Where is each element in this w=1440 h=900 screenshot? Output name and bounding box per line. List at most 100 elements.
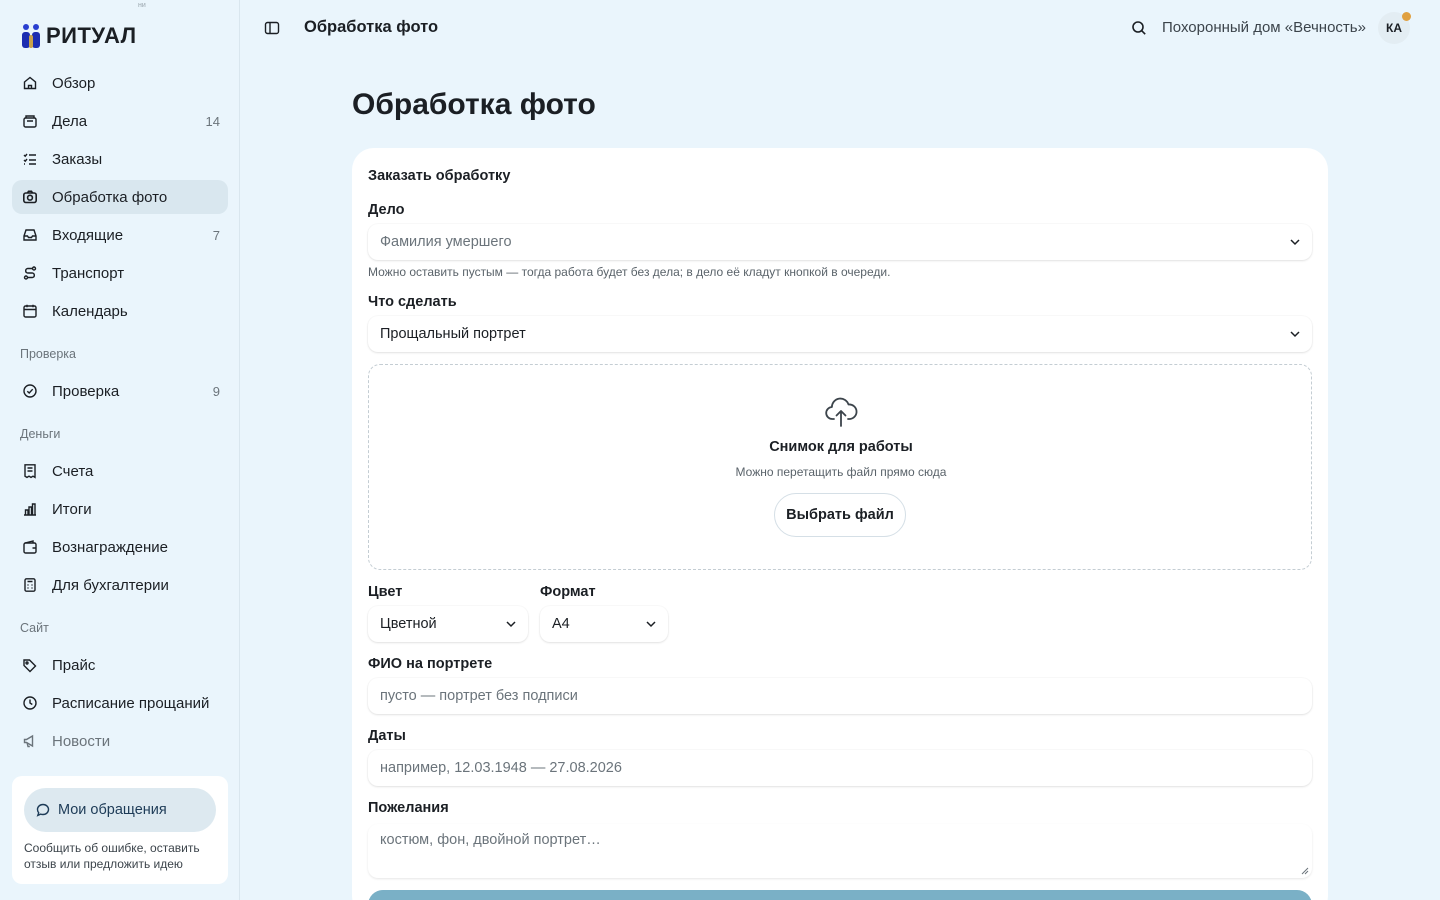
chat-bubble-icon xyxy=(36,803,50,817)
sidebar-item-label: Для бухгалтерии xyxy=(52,576,169,594)
my-requests-button[interactable]: Мои обращения xyxy=(24,788,216,832)
color-select[interactable]: Цветной xyxy=(368,606,528,642)
sidebar-item-transport[interactable]: Транспорт xyxy=(12,256,228,290)
inbox-icon xyxy=(22,227,38,243)
format-select[interactable]: А4 xyxy=(540,606,668,642)
home-icon xyxy=(22,75,38,91)
sidebar-item-invoices[interactable]: Счета xyxy=(12,454,228,488)
wishes-textarea[interactable]: костюм, фон, двойной портрет… xyxy=(368,824,1312,878)
upload-hint: Можно перетащить файл прямо сюда xyxy=(735,465,947,479)
sidebar-item-overview[interactable]: Обзор xyxy=(12,66,228,100)
calendar-icon xyxy=(22,303,38,319)
nav-section-title: Проверка xyxy=(20,347,76,361)
action-select[interactable]: Прощальный портрет xyxy=(368,316,1312,352)
cloud-upload-icon xyxy=(825,397,858,427)
sidebar-item-calendar[interactable]: Календарь xyxy=(12,294,228,328)
clock-icon xyxy=(22,695,38,711)
nav-section-title: Деньги xyxy=(20,427,61,441)
sidebar-item-pricelist[interactable]: Прайс xyxy=(12,648,228,682)
logo-text: РИТУАЛ xyxy=(46,23,137,48)
count-badge: 7 xyxy=(212,227,220,243)
sidebar-item-review[interactable]: Проверка 9 xyxy=(12,374,228,408)
sidebar-item-inbox[interactable]: Входящие 7 xyxy=(12,218,228,252)
search-icon[interactable] xyxy=(1131,20,1147,36)
sidebar-item-label: Проверка xyxy=(52,382,120,400)
logo[interactable]: РИТУАЛ xyxy=(20,22,137,50)
case-select[interactable]: Фамилия умершего xyxy=(368,224,1312,260)
format-value: А4 xyxy=(552,616,570,632)
count-badge: 9 xyxy=(212,383,220,399)
feedback-description: Сообщить об ошибке, оставить отзыв или п… xyxy=(24,841,200,871)
chevron-down-icon xyxy=(1290,331,1300,338)
nav-section-title: Сайт xyxy=(20,621,49,635)
portrait-name-placeholder: пусто — портрет без подписи xyxy=(380,688,578,704)
sidebar-item-label: Счета xyxy=(52,462,94,480)
wishes-label: Пожелания xyxy=(368,800,449,816)
route-icon xyxy=(22,265,38,281)
sidebar: РИТУАЛ ни Обзор Дела 14 Заказы Обработка… xyxy=(0,0,240,900)
case-label: Дело xyxy=(368,202,405,218)
sidebar-item-photo-processing[interactable]: Обработка фото xyxy=(12,180,228,214)
sidebar-item-label: Расписание прощаний xyxy=(52,694,210,712)
sidebar-item-label: Календарь xyxy=(52,302,128,320)
my-requests-label: Мои обращения xyxy=(58,802,167,818)
megaphone-icon xyxy=(22,733,38,749)
action-label: Что сделать xyxy=(368,294,457,310)
logo-superscript: ни xyxy=(138,2,146,9)
color-label: Цвет xyxy=(368,584,403,600)
receipt-icon xyxy=(22,463,38,479)
notification-dot xyxy=(1402,12,1411,21)
order-processing-form: Заказать обработку Дело Фамилия умершего… xyxy=(352,148,1328,900)
topbar-title: Обработка фото xyxy=(304,18,439,36)
sidebar-item-label: Итоги xyxy=(52,500,92,518)
upload-title: Снимок для работы xyxy=(769,439,913,455)
form-heading: Заказать обработку xyxy=(368,168,511,184)
dates-label: Даты xyxy=(368,728,406,744)
organization-switcher[interactable]: Похоронный дом «Вечность» xyxy=(1162,19,1366,36)
sidebar-item-label: Обработка фото xyxy=(52,188,168,206)
case-placeholder: Фамилия умершего xyxy=(380,234,512,250)
wallet-icon xyxy=(22,539,38,555)
topbar: Обработка фото Похоронный дом «Вечность»… xyxy=(240,0,1440,56)
sidebar-item-label: Заказы xyxy=(52,150,103,168)
dates-input[interactable]: например, 12.03.1948 — 27.08.2026 xyxy=(368,750,1312,786)
wishes-placeholder: костюм, фон, двойной портрет… xyxy=(380,832,601,848)
portrait-name-label: ФИО на портрете xyxy=(368,656,493,672)
sidebar-item-label: Новости xyxy=(52,732,111,750)
sidebar-toggle-icon[interactable] xyxy=(264,20,280,36)
folders-icon xyxy=(22,113,38,129)
color-value: Цветной xyxy=(380,616,437,632)
sidebar-item-label: Обзор xyxy=(52,74,96,92)
logo-icon xyxy=(22,24,40,48)
sidebar-item-farewell-schedule[interactable]: Расписание прощаний xyxy=(12,686,228,720)
sidebar-item-cases[interactable]: Дела 14 xyxy=(12,104,228,138)
feedback-card: Мои обращения Сообщить об ошибке, остави… xyxy=(12,776,228,884)
check-circle-icon xyxy=(22,383,38,399)
sidebar-item-rewards[interactable]: Вознаграждение xyxy=(12,530,228,564)
list-check-icon xyxy=(22,151,38,167)
choose-file-button[interactable]: Выбрать файл xyxy=(774,493,906,537)
resize-handle-icon[interactable] xyxy=(1301,867,1309,875)
sidebar-item-label: Транспорт xyxy=(52,264,125,282)
bar-chart-icon xyxy=(22,501,38,517)
sidebar-item-orders[interactable]: Заказы xyxy=(12,142,228,176)
sidebar-item-label: Вознаграждение xyxy=(52,538,168,556)
photo-dropzone[interactable]: Снимок для работы Можно перетащить файл … xyxy=(368,364,1312,570)
sidebar-item-label: Входящие xyxy=(52,226,124,244)
sidebar-item-accounting[interactable]: Для бухгалтерии xyxy=(12,568,228,602)
sidebar-item-totals[interactable]: Итоги xyxy=(12,492,228,526)
submit-button[interactable] xyxy=(368,890,1312,900)
page-title: Обработка фото xyxy=(352,88,596,121)
count-badge: 14 xyxy=(205,113,220,129)
calculator-icon xyxy=(22,577,38,593)
chevron-down-icon xyxy=(506,621,516,628)
portrait-name-input[interactable]: пусто — портрет без подписи xyxy=(368,678,1312,714)
sidebar-item-news[interactable]: Новости xyxy=(12,724,228,758)
chevron-down-icon xyxy=(1290,239,1300,246)
sidebar-item-label: Дела xyxy=(52,112,88,130)
chevron-down-icon xyxy=(646,621,656,628)
action-value: Прощальный портрет xyxy=(380,326,526,342)
case-hint: Можно оставить пустым — тогда работа буд… xyxy=(368,265,891,279)
tags-icon xyxy=(22,657,38,673)
format-label: Формат xyxy=(540,584,596,600)
